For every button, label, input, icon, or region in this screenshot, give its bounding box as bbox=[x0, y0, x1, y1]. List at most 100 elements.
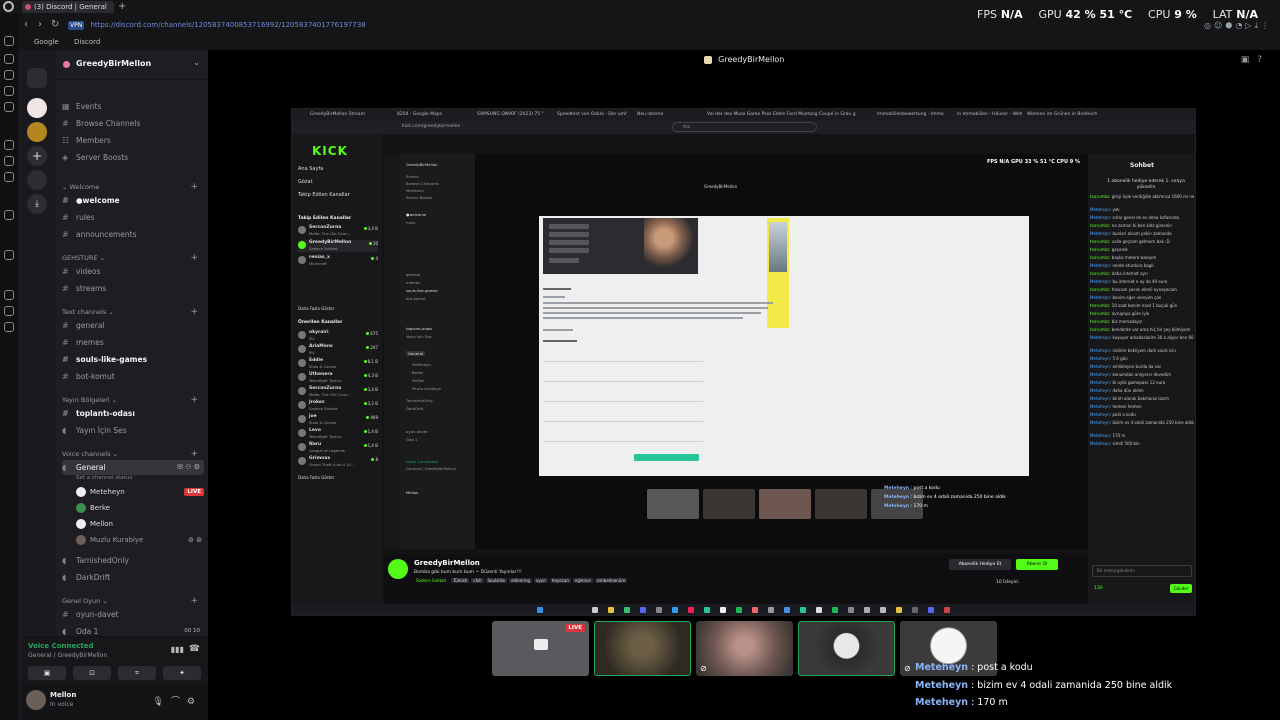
browser-extension-icons[interactable]: ◎☺⬢◔▷⤓⋮ bbox=[1204, 21, 1272, 31]
channel-announcements[interactable]: # announcements bbox=[62, 227, 204, 242]
server-icon-2[interactable] bbox=[27, 122, 47, 142]
voice-user-meteheyn[interactable]: Meteheyn LIVE bbox=[76, 486, 204, 499]
participant-tile-muzlu-kurabiye[interactable]: ⊘ bbox=[696, 621, 793, 676]
voice-connected-location[interactable]: General / GreedyBirMellon bbox=[28, 652, 107, 659]
bookmark-discord[interactable]: Discord bbox=[74, 38, 100, 46]
guild-header[interactable]: GreedyBirMellon ⌄ bbox=[56, 50, 208, 80]
kick-logo: KICK bbox=[312, 144, 348, 158]
channel-yayin-icin-ses[interactable]: ◖ Yayın İçin Ses bbox=[62, 423, 204, 438]
menu-server-boosts[interactable]: ◈ Server Boosts bbox=[62, 150, 204, 165]
channel-toplanti-odasi[interactable]: # toplantı-odası bbox=[62, 406, 204, 421]
menu-browse-channels[interactable]: # Browse Channels bbox=[62, 116, 204, 131]
avatar[interactable] bbox=[26, 690, 46, 710]
address-bar[interactable]: VPN https://discord.com/channels/1205837… bbox=[68, 18, 768, 32]
shared-nav-bar: kick.com/greedybirmellon Ara bbox=[292, 121, 1195, 134]
voice-channel-oda-1[interactable]: ◖ Oda 1 00 10 bbox=[62, 624, 204, 636]
back-arrow-icon[interactable]: ‹ bbox=[24, 19, 28, 31]
add-channel-plus-icon[interactable]: + bbox=[190, 182, 198, 192]
sidebar-whatsapp-icon[interactable] bbox=[4, 172, 14, 182]
explore-servers-icon[interactable] bbox=[27, 170, 47, 190]
shared-url: kick.com/greedybirmellon bbox=[402, 124, 461, 129]
menu-events[interactable]: ▦ Events bbox=[62, 99, 204, 114]
address-url[interactable]: https://discord.com/channels/12058374008… bbox=[90, 21, 365, 29]
sidebar-bookmarks-icon[interactable] bbox=[4, 86, 14, 96]
category-welcome[interactable]: ⌄ Welcome + bbox=[62, 182, 204, 192]
sidebar-twitch-icon[interactable] bbox=[4, 102, 14, 112]
category-yayin-bolgeleri[interactable]: Yayın Bölgeleri ⌄ + bbox=[62, 395, 204, 405]
participant-tile-mellon[interactable] bbox=[798, 621, 895, 676]
channel-memes[interactable]: # memes bbox=[62, 335, 204, 350]
stream-header-actions[interactable]: ▣? bbox=[1241, 55, 1270, 65]
channel-general[interactable]: # general bbox=[62, 318, 204, 333]
menu-members[interactable]: ☷ Members bbox=[62, 133, 204, 148]
add-channel-plus-icon[interactable]: + bbox=[190, 395, 198, 405]
shared-screen[interactable]: GreedyBirMellon Stream 8204 - Google Map… bbox=[291, 108, 1196, 616]
participant-tile-meteheyn[interactable]: LIVE bbox=[492, 621, 589, 676]
reload-icon[interactable]: ↻ bbox=[51, 19, 59, 31]
voice-channel-status[interactable]: Set a channel status bbox=[76, 475, 132, 481]
chevron-down-icon[interactable]: ⌄ bbox=[193, 58, 200, 67]
signal-icon[interactable]: ▮▮▮ bbox=[171, 645, 184, 654]
chat-message: Meteheyn: yok bbox=[1090, 207, 1120, 212]
channel-streams[interactable]: # streams bbox=[62, 281, 204, 296]
bookmarks-bar: Google Discord bbox=[18, 36, 1280, 50]
download-apps-icon[interactable]: ⤓ bbox=[27, 194, 47, 214]
voice-user-berke[interactable]: Berke bbox=[76, 502, 204, 515]
browser-tab-discord[interactable]: (3) Discord | General bbox=[22, 1, 114, 13]
disconnect-phone-icon[interactable]: ☎ bbox=[189, 644, 200, 654]
nested-green-button bbox=[634, 454, 699, 461]
discord-home-icon[interactable] bbox=[27, 68, 47, 88]
bookmark-google[interactable]: Google bbox=[34, 38, 59, 46]
channel-bot-komut[interactable]: # bot-komut bbox=[62, 369, 204, 384]
kick-channel: Levo Teamfight Tactics 1,4 B bbox=[298, 428, 378, 440]
sidebar-clock-icon[interactable] bbox=[4, 250, 14, 260]
voice-channel-tarnishedonly[interactable]: ◖ TarnishedOnly bbox=[62, 553, 204, 568]
voice-user-mellon[interactable]: Mellon bbox=[76, 518, 204, 531]
shared-tab: Vol der des Muse Game Pass Edeln bbox=[707, 112, 786, 117]
category-genel-oyun[interactable]: Genel Oyun ⌄ + bbox=[62, 596, 204, 606]
add-channel-plus-icon[interactable]: + bbox=[190, 449, 198, 459]
add-server-plus-icon[interactable]: + bbox=[27, 146, 47, 166]
sidebar-messenger-icon[interactable] bbox=[4, 70, 14, 80]
category-voice-channels[interactable]: Voice channels ⌄ + bbox=[62, 449, 204, 459]
voice-channel-actions-icons[interactable]: ✉ ⚇ ⚙ bbox=[177, 460, 200, 475]
sidebar-music-icon[interactable] bbox=[4, 140, 14, 150]
forward-arrow-icon[interactable]: › bbox=[38, 19, 42, 31]
server-icon-greedy[interactable] bbox=[27, 98, 47, 118]
channel-oyun-davet[interactable]: # oyun-davet bbox=[62, 607, 204, 622]
sidebar-settings-icon[interactable] bbox=[4, 322, 14, 332]
participant-tile-berke[interactable] bbox=[594, 621, 691, 676]
voice-channel-darkdrift[interactable]: ◖ DarkDrift bbox=[62, 570, 204, 585]
add-channel-plus-icon[interactable]: + bbox=[190, 307, 198, 317]
sidebar-history-icon[interactable] bbox=[4, 54, 14, 64]
sidebar-speed-dial-icon[interactable] bbox=[4, 36, 14, 46]
channel-videos[interactable]: # videos bbox=[62, 264, 204, 279]
vpn-badge[interactable]: VPN bbox=[68, 20, 85, 30]
sidebar-discord-icon[interactable] bbox=[4, 156, 14, 166]
chat-message: Meteheyn: 5 6 gün bbox=[1090, 356, 1128, 361]
chat-message: Meteheyn: sırlar genel de ev alma kafası… bbox=[1090, 215, 1179, 220]
soundboard-button[interactable]: ✦ bbox=[163, 666, 201, 680]
category-text-channels[interactable]: Text channels ⌄ + bbox=[62, 307, 204, 317]
channel-welcome[interactable]: # ●welcome bbox=[62, 193, 204, 208]
user-controls-icons[interactable]: 🎙︎⌒⚙ bbox=[153, 694, 203, 707]
sidebar-download-icon[interactable] bbox=[4, 290, 14, 300]
sidebar-chat-icon[interactable] bbox=[4, 210, 14, 220]
add-channel-plus-icon[interactable]: + bbox=[190, 596, 198, 606]
add-channel-plus-icon[interactable]: + bbox=[190, 253, 198, 263]
channel-souls-like-games[interactable]: # souls-like-games bbox=[62, 352, 204, 367]
activity-button[interactable]: ⌗ bbox=[118, 666, 156, 680]
sidebar-wallet-icon[interactable] bbox=[4, 306, 14, 316]
shared-tab: GreedyBirMellon Stream bbox=[310, 112, 365, 117]
nested-stream-header: GreedyBirMellon bbox=[704, 184, 738, 189]
hash-icon: # bbox=[62, 230, 69, 239]
nested-stream: GreedyBirMellon Events Browse Channels M… bbox=[384, 154, 1088, 549]
screen-share-button[interactable]: ⊡ bbox=[73, 666, 111, 680]
camera-button[interactable]: ▣ bbox=[28, 666, 66, 680]
voice-channel-general[interactable]: ◖ General ✉ ⚇ ⚙ bbox=[62, 460, 204, 475]
voice-user-muzlu-kurabiye[interactable]: Muzlu Kurabiye ⊘ ⊘ bbox=[76, 534, 204, 547]
opera-logo-icon[interactable] bbox=[3, 1, 14, 12]
category-gehsture[interactable]: GEHSTURE ⌄ + bbox=[62, 253, 204, 263]
new-tab-plus-icon[interactable]: + bbox=[118, 0, 126, 13]
channel-rules[interactable]: # rules bbox=[62, 210, 204, 225]
